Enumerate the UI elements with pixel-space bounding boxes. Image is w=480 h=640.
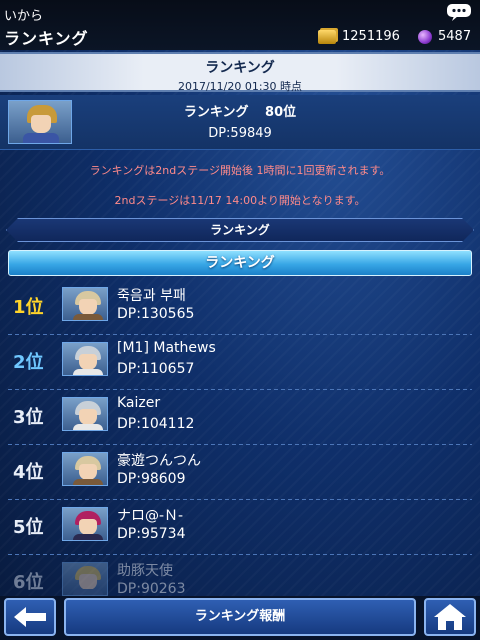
ranking-list-header: ランキング (8, 250, 472, 276)
player-avatar (62, 342, 108, 376)
back-button[interactable] (4, 598, 56, 636)
ranking-row[interactable]: 1位 죽음과 부패 DP:130565 (0, 280, 480, 335)
top-status-bar: いから ランキング 1251196 5487 (0, 0, 480, 50)
player-avatar (62, 507, 108, 541)
rank-number: 1位 (13, 297, 44, 318)
ranking-row[interactable]: 3位 Kaizer DP:104112 (0, 390, 480, 445)
rank-number: 6位 (13, 572, 44, 593)
player-dp: DP:95734 (117, 526, 186, 542)
player-name: 죽음과 부패 (117, 288, 186, 304)
chat-icon[interactable] (446, 3, 472, 21)
my-rank-line: ランキング 80位 (0, 101, 480, 120)
home-icon (434, 604, 466, 630)
player-dp: DP:110657 (117, 361, 195, 377)
update-notice: ランキングは2ndステージ開始後 1時間に1回更新されます。 (89, 164, 391, 177)
header-datetime: 2017/11/20 01:30 時点 (177, 80, 303, 93)
ranking-row[interactable]: 6位 助豚天使 DP:90263 (0, 555, 480, 596)
player-name: [M1] Mathews (117, 340, 216, 356)
my-rank-value: 80位 (265, 105, 297, 120)
section-tab-ranking[interactable]: ランキング (6, 218, 474, 242)
player-name: ナロ@-Ｎ- (117, 508, 184, 524)
player-avatar (62, 287, 108, 321)
gem-amount: 5487 (438, 29, 472, 44)
player-dp: DP:90263 (117, 581, 186, 596)
ranking-row[interactable]: 4位 豪遊つんつん DP:98609 (0, 445, 480, 500)
home-button[interactable] (424, 598, 476, 636)
player-dp: DP:130565 (117, 306, 195, 322)
ranking-row[interactable]: 5位 ナロ@-Ｎ- DP:95734 (0, 500, 480, 555)
player-avatar (62, 562, 108, 596)
header-title: ランキング (205, 60, 275, 76)
gem-currency: 5487 (418, 29, 471, 44)
player-avatar (62, 452, 108, 486)
gem-icon (418, 29, 432, 44)
ranking-row[interactable]: 2位 [M1] Mathews DP:110657 (0, 335, 480, 390)
player-name: 豪遊つんつん (117, 453, 201, 469)
rank-number: 5位 (13, 517, 44, 538)
my-dp: DP:59849 (208, 126, 272, 141)
ranking-header-banner: ランキング 2017/11/20 01:30 時点 (0, 52, 480, 93)
back-arrow-icon (14, 607, 46, 627)
screen-title: ランキング (4, 29, 89, 48)
my-rank-label: ランキング (183, 105, 249, 120)
ranking-reward-button[interactable]: ランキング報酬 (64, 598, 416, 636)
player-avatar (62, 397, 108, 431)
gold-amount: 1251196 (342, 29, 400, 44)
player-dp: DP:98609 (117, 471, 186, 487)
rank-number: 2位 (13, 352, 44, 373)
gold-icon (318, 29, 336, 44)
my-rank-panel: ランキング 80位 DP:59849 (0, 95, 480, 150)
previous-screen-label: いから (4, 9, 44, 24)
player-name: Kaizer (117, 395, 161, 411)
player-name: 助豚天使 (117, 563, 173, 579)
rank-number: 4位 (13, 462, 44, 483)
ranking-list[interactable]: 1位 죽음과 부패 DP:130565 2位 [M1] Mathews DP:1… (0, 280, 480, 596)
player-dp: DP:104112 (117, 416, 195, 432)
stage-start-notice: 2ndステージは11/17 14:00より開始となります。 (114, 194, 366, 207)
rank-number: 3位 (13, 407, 44, 428)
gold-currency: 1251196 (318, 29, 400, 44)
